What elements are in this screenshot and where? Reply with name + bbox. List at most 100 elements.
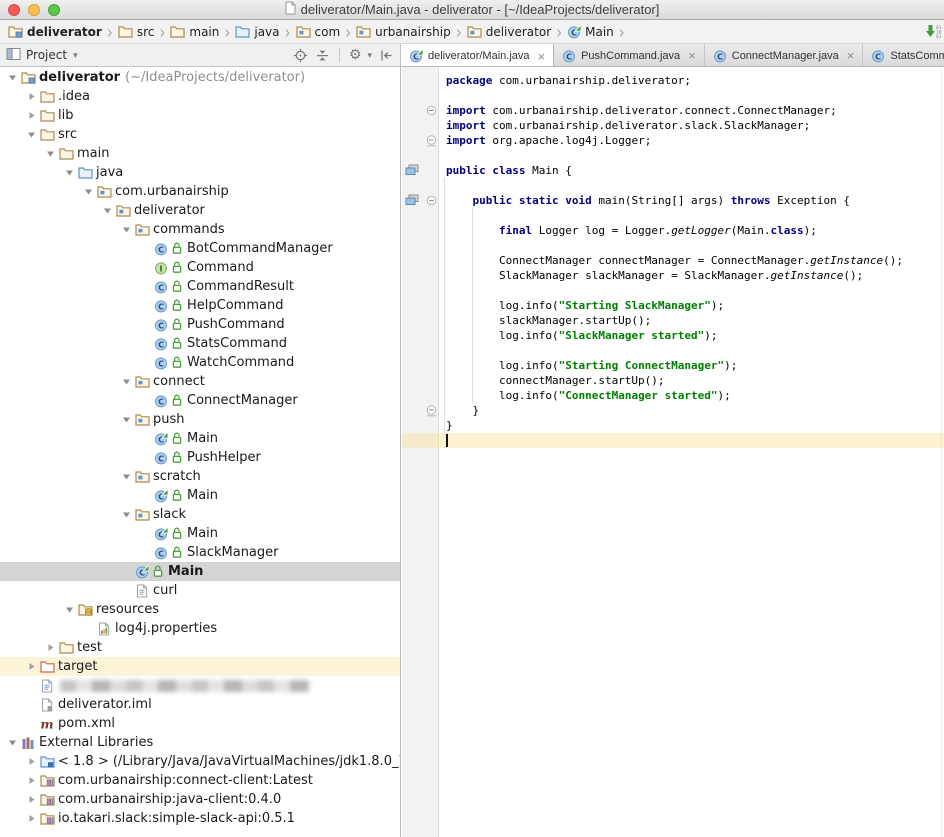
tree-row-deliverator[interactable]: deliverator — [0, 201, 400, 220]
breadcrumb-item-main[interactable]: main — [168, 21, 221, 43]
collapse-all-icon[interactable] — [315, 48, 330, 63]
tree-row-pushhelper[interactable]: CPushHelper — [0, 448, 400, 467]
project-tree[interactable]: deliverator(~/IdeaProjects/deliverator).… — [0, 67, 401, 837]
tree-row-watchcommand[interactable]: CWatchCommand — [0, 353, 400, 372]
chevron-collapsed-icon[interactable] — [24, 756, 39, 767]
hide-left-icon[interactable] — [379, 48, 394, 63]
code-editor[interactable]: package com.urbanairship.deliverator; im… — [402, 67, 944, 837]
tab-close-icon[interactable]: × — [847, 49, 855, 62]
tab-close-icon[interactable]: × — [538, 50, 546, 63]
chevron-expanded-icon[interactable] — [43, 148, 58, 159]
tree-row-com.urbanairship-java-client-0.4.0[interactable]: com.urbanairship:java-client:0.4.0 — [0, 790, 400, 809]
tree-row-push[interactable]: push — [0, 410, 400, 429]
tree-row-io.takari.slack-simple-slack-api-0.5.1[interactable]: io.takari.slack:simple-slack-api:0.5.1 — [0, 809, 400, 828]
implemented-marker-icon[interactable] — [405, 194, 419, 206]
editor-gutter[interactable] — [402, 67, 439, 837]
chevron-expanded-icon[interactable] — [119, 471, 134, 482]
tree-row-slackmanager[interactable]: CSlackManager — [0, 543, 400, 562]
tree-row-pom.xml[interactable]: mpom.xml — [0, 714, 400, 733]
class-icon: C — [871, 49, 885, 63]
zoom-window-button[interactable] — [48, 4, 60, 16]
tree-row-main[interactable]: CMain — [0, 562, 400, 581]
editor-tab-statscommand-java[interactable]: CStatsCommand.java — [863, 44, 944, 67]
settings-gear-icon[interactable]: ⚙▾ — [349, 48, 372, 62]
chevron-expanded-icon[interactable] — [119, 224, 134, 235]
chevron-expanded-icon[interactable] — [119, 509, 134, 520]
breadcrumb-item-java[interactable]: java — [233, 21, 281, 43]
minimize-window-button[interactable] — [28, 4, 40, 16]
tree-row--1.8-library-java-javavirtualmachines-jdk1.8.0-7[interactable]: < 1.8 > (/Library/Java/JavaVirtualMachin… — [0, 752, 400, 771]
chevron-collapsed-icon[interactable] — [24, 794, 39, 805]
fold-marker-icon[interactable] — [426, 195, 437, 206]
chevron-expanded-icon[interactable] — [119, 376, 134, 387]
tree-row-pushcommand[interactable]: CPushCommand — [0, 315, 400, 334]
tree-row-test[interactable]: test — [0, 638, 400, 657]
chevron-expanded-icon[interactable] — [24, 129, 39, 140]
tree-row-target[interactable]: target — [0, 657, 400, 676]
editor-tab-bar: Cdeliverator/Main.java×CPushCommand.java… — [401, 44, 944, 67]
tree-row-helpcommand[interactable]: CHelpCommand — [0, 296, 400, 315]
tree-row-lib[interactable]: lib — [0, 106, 400, 125]
editor-tab-deliverator-main-java[interactable]: Cdeliverator/Main.java× — [401, 44, 554, 67]
visibility-icon — [172, 280, 183, 293]
breadcrumb-item-deliverator[interactable]: deliverator — [465, 21, 553, 43]
chevron-expanded-icon[interactable] — [62, 167, 77, 178]
fold-end-marker-icon[interactable] — [426, 405, 437, 417]
tree-row-java[interactable]: java — [0, 163, 400, 182]
editor-tab-connectmanager-java[interactable]: CConnectManager.java× — [705, 44, 864, 67]
vcs-incoming-icon[interactable]: 011001 — [925, 24, 942, 39]
chevron-expanded-icon[interactable] — [119, 414, 134, 425]
tree-row-slack[interactable]: slack — [0, 505, 400, 524]
tree-row-botcommandmanager[interactable]: CBotCommandManager — [0, 239, 400, 258]
tree-label: slack — [153, 505, 186, 524]
fold-marker-icon[interactable] — [426, 105, 437, 116]
tree-row-.idea[interactable]: .idea — [0, 87, 400, 106]
chevron-collapsed-icon[interactable] — [24, 661, 39, 672]
fold-end-marker-icon[interactable] — [426, 135, 437, 147]
locate-icon[interactable] — [293, 48, 308, 63]
chevron-expanded-icon[interactable] — [100, 205, 115, 216]
code-area[interactable]: package com.urbanairship.deliverator; im… — [440, 73, 944, 448]
tab-close-icon[interactable]: × — [688, 49, 696, 62]
tree-row-deliverator[interactable]: deliverator(~/IdeaProjects/deliverator) — [0, 68, 400, 87]
tree-row-redacted[interactable] — [0, 676, 400, 695]
tree-row-main[interactable]: main — [0, 144, 400, 163]
breadcrumb-item-urbanairship[interactable]: urbanairship — [354, 21, 453, 43]
chevron-expanded-icon[interactable] — [62, 604, 77, 615]
chevron-expanded-icon[interactable] — [5, 72, 20, 83]
tree-row-command[interactable]: ICommand — [0, 258, 400, 277]
tree-row-connect[interactable]: connect — [0, 372, 400, 391]
tree-row-commandresult[interactable]: CCommandResult — [0, 277, 400, 296]
tree-row-external-libraries[interactable]: External Libraries — [0, 733, 400, 752]
breadcrumb-item-com[interactable]: com — [294, 21, 343, 43]
tree-row-statscommand[interactable]: CStatsCommand — [0, 334, 400, 353]
chevron-collapsed-icon[interactable] — [24, 775, 39, 786]
tree-row-commands[interactable]: commands — [0, 220, 400, 239]
project-panel-title[interactable]: Project — [26, 48, 67, 62]
chevron-collapsed-icon[interactable] — [43, 642, 58, 653]
chevron-down-icon[interactable]: ▾ — [73, 50, 78, 61]
editor-tab-pushcommand-java[interactable]: CPushCommand.java× — [554, 44, 705, 67]
tree-row-main[interactable]: CMain — [0, 429, 400, 448]
chevron-collapsed-icon[interactable] — [24, 91, 39, 102]
tree-row-curl[interactable]: curl — [0, 581, 400, 600]
breadcrumb-item-deliverator[interactable]: deliverator — [6, 21, 104, 43]
tree-row-connectmanager[interactable]: CConnectManager — [0, 391, 400, 410]
tree-row-main[interactable]: CMain — [0, 524, 400, 543]
tree-row-log4j.properties[interactable]: log4j.properties — [0, 619, 400, 638]
chevron-expanded-icon[interactable] — [5, 737, 20, 748]
breadcrumb-item-main[interactable]: CMain — [565, 21, 616, 43]
chevron-expanded-icon[interactable] — [81, 186, 96, 197]
tree-row-com.urbanairship[interactable]: com.urbanairship — [0, 182, 400, 201]
tree-row-scratch[interactable]: scratch — [0, 467, 400, 486]
breadcrumb-item-src[interactable]: src — [116, 21, 157, 43]
tree-row-resources[interactable]: resources — [0, 600, 400, 619]
implemented-marker-icon[interactable] — [405, 164, 419, 176]
close-window-button[interactable] — [8, 4, 20, 16]
chevron-collapsed-icon[interactable] — [24, 813, 39, 824]
tree-row-com.urbanairship-connect-client-latest[interactable]: com.urbanairship:connect-client:Latest — [0, 771, 400, 790]
tree-row-src[interactable]: src — [0, 125, 400, 144]
tree-row-deliverator.iml[interactable]: deliverator.iml — [0, 695, 400, 714]
tree-row-main[interactable]: CMain — [0, 486, 400, 505]
chevron-collapsed-icon[interactable] — [24, 110, 39, 121]
